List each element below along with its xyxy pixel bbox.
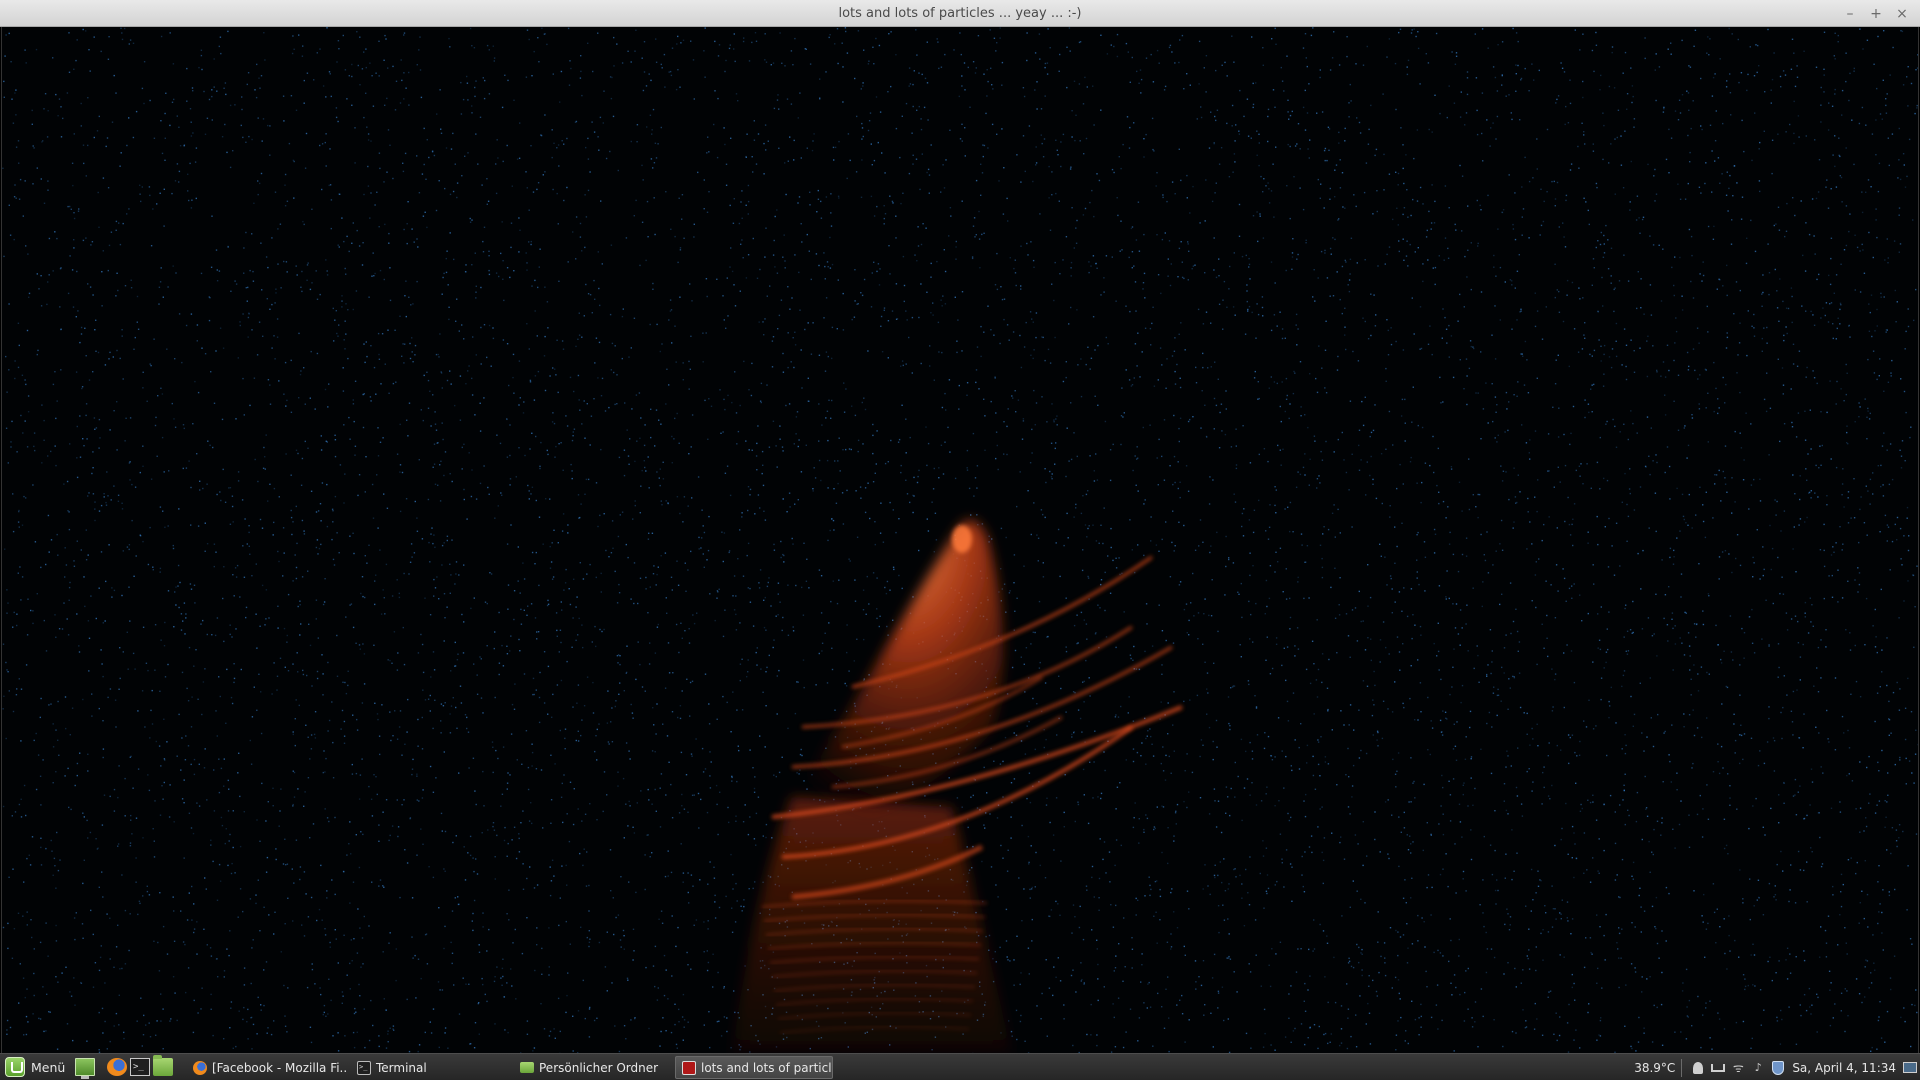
task-label: [Facebook - Mozilla Fi... bbox=[212, 1060, 347, 1075]
show-desktop-icon[interactable] bbox=[75, 1058, 95, 1079]
firefox-launcher-icon[interactable] bbox=[107, 1058, 127, 1076]
menu-label: Menü bbox=[31, 1059, 66, 1075]
app-icon bbox=[682, 1060, 696, 1075]
task-personal-folder[interactable]: Persönlicher Ordner bbox=[514, 1056, 674, 1079]
particle-canvas[interactable] bbox=[1, 27, 1919, 1053]
taskbar: Menü >_ [Facebook - Mozilla Fi... >_ Ter… bbox=[0, 1053, 1920, 1080]
terminal-launcher-icon[interactable]: >_ bbox=[130, 1058, 150, 1076]
show-desktop-tray-icon[interactable] bbox=[1903, 1061, 1917, 1075]
task-particles-app[interactable]: lots and lots of particl... bbox=[675, 1056, 833, 1079]
task-label: Terminal bbox=[376, 1060, 427, 1075]
minimize-icon[interactable]: – bbox=[1842, 6, 1858, 22]
clock[interactable]: Sa, April 4, 11:34 bbox=[1792, 1061, 1896, 1075]
task-label: lots and lots of particl... bbox=[701, 1060, 833, 1075]
task-terminal[interactable]: >_ Terminal bbox=[351, 1056, 511, 1079]
particle-scene bbox=[2, 27, 1918, 1053]
terminal-icon: >_ bbox=[357, 1060, 371, 1075]
close-icon[interactable]: × bbox=[1894, 6, 1910, 22]
update-shield-icon[interactable] bbox=[1771, 1060, 1785, 1075]
task-facebook-firefox[interactable]: [Facebook - Mozilla Fi... bbox=[187, 1056, 347, 1079]
window-controls: – + × bbox=[1842, 0, 1910, 27]
window-title: lots and lots of particles ... yeay ... … bbox=[838, 6, 1082, 21]
user-icon[interactable] bbox=[1691, 1061, 1705, 1075]
window-titlebar[interactable]: lots and lots of particles ... yeay ... … bbox=[0, 0, 1920, 27]
volume-icon[interactable]: ♪ bbox=[1751, 1061, 1765, 1075]
system-tray: 38.9°C ᯤ ♪ Sa, April 4, 11:34 bbox=[1634, 1054, 1920, 1080]
task-label: Persönlicher Ordner bbox=[539, 1060, 659, 1075]
firefox-icon bbox=[193, 1060, 207, 1075]
plume-tip bbox=[952, 525, 972, 553]
temperature-readout[interactable]: 38.9°C bbox=[1634, 1061, 1675, 1075]
start-menu-button[interactable]: Menü bbox=[3, 1055, 71, 1079]
wifi-icon[interactable]: ᯤ bbox=[1731, 1061, 1745, 1075]
folder-icon bbox=[520, 1062, 534, 1073]
maximize-icon[interactable]: + bbox=[1868, 6, 1884, 22]
network-icon[interactable] bbox=[1711, 1061, 1726, 1075]
tray-separator bbox=[1681, 1058, 1683, 1077]
files-launcher-icon[interactable] bbox=[153, 1055, 173, 1076]
mint-logo-icon bbox=[5, 1057, 25, 1077]
